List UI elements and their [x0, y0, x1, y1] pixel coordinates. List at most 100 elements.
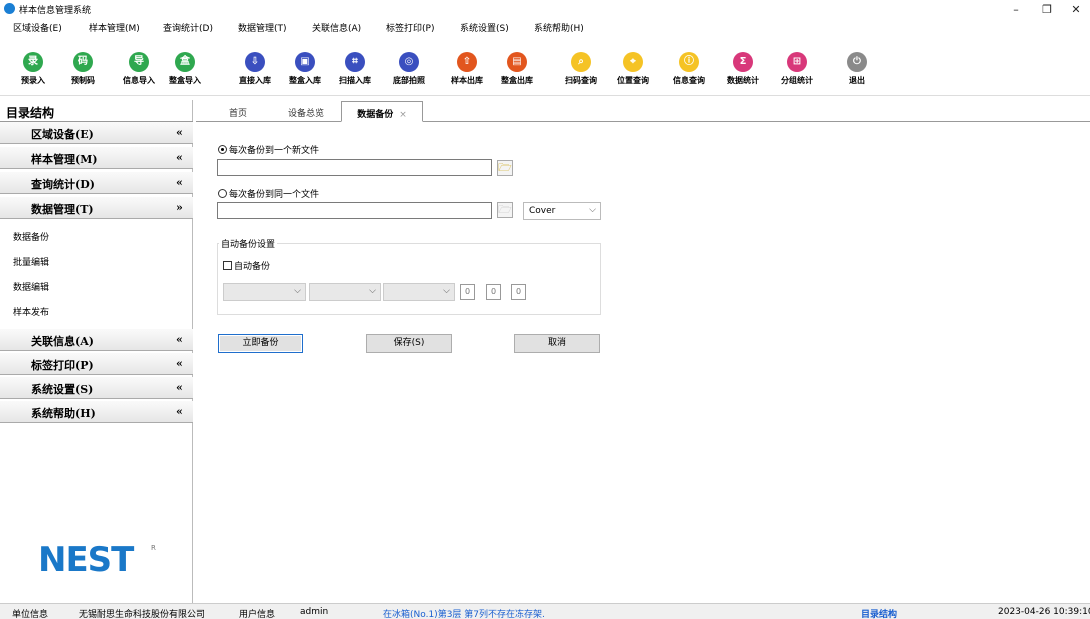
menu-region-devices[interactable]: 区域设备(E) — [13, 21, 62, 34]
browse-folder-button-disabled: 🗁 — [497, 202, 513, 218]
menu-query-stats[interactable]: 查询统计(D) — [163, 21, 213, 34]
nav-header: 目录结构 — [0, 100, 193, 122]
toolbar-button-import[interactable]: 导信息导入 — [114, 52, 164, 92]
tab-device-overview[interactable]: 设备总览 — [276, 101, 336, 122]
toolbar-button-camera[interactable]: ◎ 底部拍照 — [384, 52, 434, 92]
new-file-path-input[interactable] — [217, 159, 492, 176]
precode-icon: 码 — [73, 52, 93, 72]
chevron-down-icon: ⌵ — [589, 205, 596, 215]
toolbar-button-box-in[interactable]: ▣ 整盒入库 — [280, 52, 330, 92]
toolbar-button-scan-query[interactable]: ⌕ 扫码查询 — [556, 52, 606, 92]
toolbar-button-stats[interactable]: Σ 数据统计 — [718, 52, 768, 92]
chevron-down-icon: ⌵ — [443, 286, 450, 296]
browse-folder-button[interactable]: 🗁 — [497, 160, 513, 176]
menu-related-info[interactable]: 关联信息(A) — [312, 21, 361, 34]
chevron-icon: « — [176, 151, 183, 164]
toolbar-button-pre-entry[interactable]: 录预录入 — [8, 52, 58, 92]
toolbar-label: 扫码查询 — [565, 76, 597, 85]
nav-group-system-help[interactable]: 系统帮助(H) « — [0, 401, 193, 423]
toolbar-button-direct-in[interactable]: ⇩ 直接入库 — [230, 52, 280, 92]
sample-out-icon: ⇧ — [457, 52, 477, 72]
toolbar-label: 信息查询 — [673, 76, 705, 85]
restore-button[interactable]: ❐ — [1032, 0, 1062, 19]
toolbar-button-box-out[interactable]: ▤ 整盒出库 — [492, 52, 542, 92]
radio-selected-icon — [218, 145, 227, 154]
folder-icon: 🗁 — [498, 161, 512, 174]
nav-group-system-settings[interactable]: 系统设置(S) « — [0, 377, 193, 399]
title-bar: 样本信息管理系统 – ❐ ✕ — [0, 0, 1090, 19]
nav-group-sample-management[interactable]: 样本管理(M) « — [0, 147, 193, 169]
tab-bar: 首页 设备总览 数据备份 × — [196, 100, 1090, 122]
chevron-icon: « — [176, 126, 183, 139]
unit-info-value: 无锡耐思生命科技股份有限公司 — [79, 610, 206, 619]
left-navigation: 目录结构 NEST R 区域设备(E) « 样本管理(M) « 查询统计(D) « 数据管理… — [0, 100, 193, 603]
chevron-icon: » — [176, 201, 183, 214]
backup-mode-select[interactable]: Cover ⌵ — [523, 202, 601, 220]
nav-group-label: 系统设置(S) — [31, 383, 94, 396]
nav-group-data-management[interactable]: 数据管理(T) » — [0, 197, 193, 219]
nav-group-related-info[interactable]: 关联信息(A) « — [0, 329, 193, 351]
save-button[interactable]: 保存(S) — [366, 334, 452, 353]
folder-icon: 🗁 — [498, 203, 512, 216]
nav-group-label: 标签打印(P) — [31, 359, 94, 372]
camera-icon: ◎ — [399, 52, 419, 72]
auto-backup-number-3: 0 — [511, 284, 526, 300]
radio-new-file[interactable]: 每次备份到一个新文件 — [218, 143, 319, 156]
minimize-button[interactable]: – — [1001, 0, 1031, 19]
toolbar-label: 分组统计 — [781, 76, 813, 85]
auto-backup-group — [217, 243, 601, 315]
auto-backup-select-3: ⌵ — [383, 283, 455, 301]
status-message: 在冰箱(No.1)第3层 第7列不存在冻存架. — [383, 610, 545, 619]
nav-group-label: 查询统计(D) — [31, 178, 95, 191]
cancel-button[interactable]: 取消 — [514, 334, 600, 353]
box-import-icon: 盒 — [175, 52, 195, 72]
import-icon: 导 — [129, 52, 149, 72]
auto-backup-checkbox[interactable]: 自动备份 — [223, 259, 270, 272]
status-bar: 单位信息 无锡耐思生命科技股份有限公司 用户信息 admin 在冰箱(No.1)… — [0, 603, 1090, 619]
toolbar: 录预录入码预制码导信息导入盒整盒导入 ⇩ 直接入库 ▣ 整盒入库 ⌗ 扫描入库 ◎ 底部拍照 ⇧ 样… — [0, 36, 1090, 96]
nav-item-batch-edit[interactable]: 批量编辑 — [0, 247, 193, 272]
nav-group-label: 系统帮助(H) — [31, 407, 96, 420]
toolbar-button-precode[interactable]: 码预制码 — [58, 52, 108, 92]
menu-label-print[interactable]: 标签打印(P) — [386, 21, 434, 34]
nav-item-data-edit[interactable]: 数据编辑 — [0, 272, 193, 297]
toolbar-button-box-import[interactable]: 盒整盒导入 — [160, 52, 210, 92]
nav-item-data-backup[interactable]: 数据备份 — [0, 222, 193, 247]
nav-group-region-devices[interactable]: 区域设备(E) « — [0, 122, 193, 144]
unit-info-label: 单位信息 — [12, 610, 49, 619]
menu-system-settings[interactable]: 系统设置(S) — [460, 21, 509, 34]
status-nav-label: 目录结构 — [861, 610, 898, 619]
nav-group-query-stats[interactable]: 查询统计(D) « — [0, 172, 193, 194]
info-query-icon: ⓘ — [679, 52, 699, 72]
chevron-icon: « — [176, 176, 183, 189]
toolbar-label: 预制码 — [71, 76, 95, 85]
nav-item-sample-publish[interactable]: 样本发布 — [0, 297, 193, 322]
toolbar-label: 整盒出库 — [501, 76, 533, 85]
same-file-path-input[interactable] — [217, 202, 492, 219]
menu-data-management[interactable]: 数据管理(T) — [238, 21, 287, 34]
pre-entry-icon: 录 — [23, 52, 43, 72]
chevron-down-icon: ⌵ — [369, 286, 376, 296]
backup-now-button[interactable]: 立即备份 — [218, 334, 303, 353]
toolbar-label: 底部拍照 — [393, 76, 425, 85]
menu-sample-management[interactable]: 样本管理(M) — [89, 21, 140, 34]
toolbar-button-group-stats[interactable]: ⊞ 分组统计 — [772, 52, 822, 92]
toolbar-label: 预录入 — [21, 76, 45, 85]
tab-close-icon[interactable]: × — [399, 110, 407, 120]
menu-system-help[interactable]: 系统帮助(H) — [534, 21, 584, 34]
toolbar-button-location-query[interactable]: ⌖ 位置查询 — [608, 52, 658, 92]
menu-bar: 区域设备(E) 样本管理(M) 查询统计(D) 数据管理(T) 关联信息(A) … — [0, 19, 1090, 36]
toolbar-button-sample-out[interactable]: ⇧ 样本出库 — [442, 52, 492, 92]
toolbar-button-info-query[interactable]: ⓘ 信息查询 — [664, 52, 714, 92]
close-button[interactable]: ✕ — [1061, 0, 1090, 19]
toolbar-button-scan-in[interactable]: ⌗ 扫描入库 — [330, 52, 380, 92]
nav-group-label: 样本管理(M) — [31, 153, 98, 166]
nav-group-label: 区域设备(E) — [31, 128, 94, 141]
radio-same-file[interactable]: 每次备份到同一个文件 — [218, 187, 319, 200]
tab-data-backup[interactable]: 数据备份 × — [341, 101, 423, 122]
tab-home[interactable]: 首页 — [218, 101, 258, 122]
toolbar-label: 扫描入库 — [339, 76, 371, 85]
toolbar-button-power[interactable]: ⏻ 退出 — [832, 52, 882, 92]
toolbar-label: 信息导入 — [123, 76, 155, 85]
nav-group-label-print[interactable]: 标签打印(P) « — [0, 353, 193, 375]
